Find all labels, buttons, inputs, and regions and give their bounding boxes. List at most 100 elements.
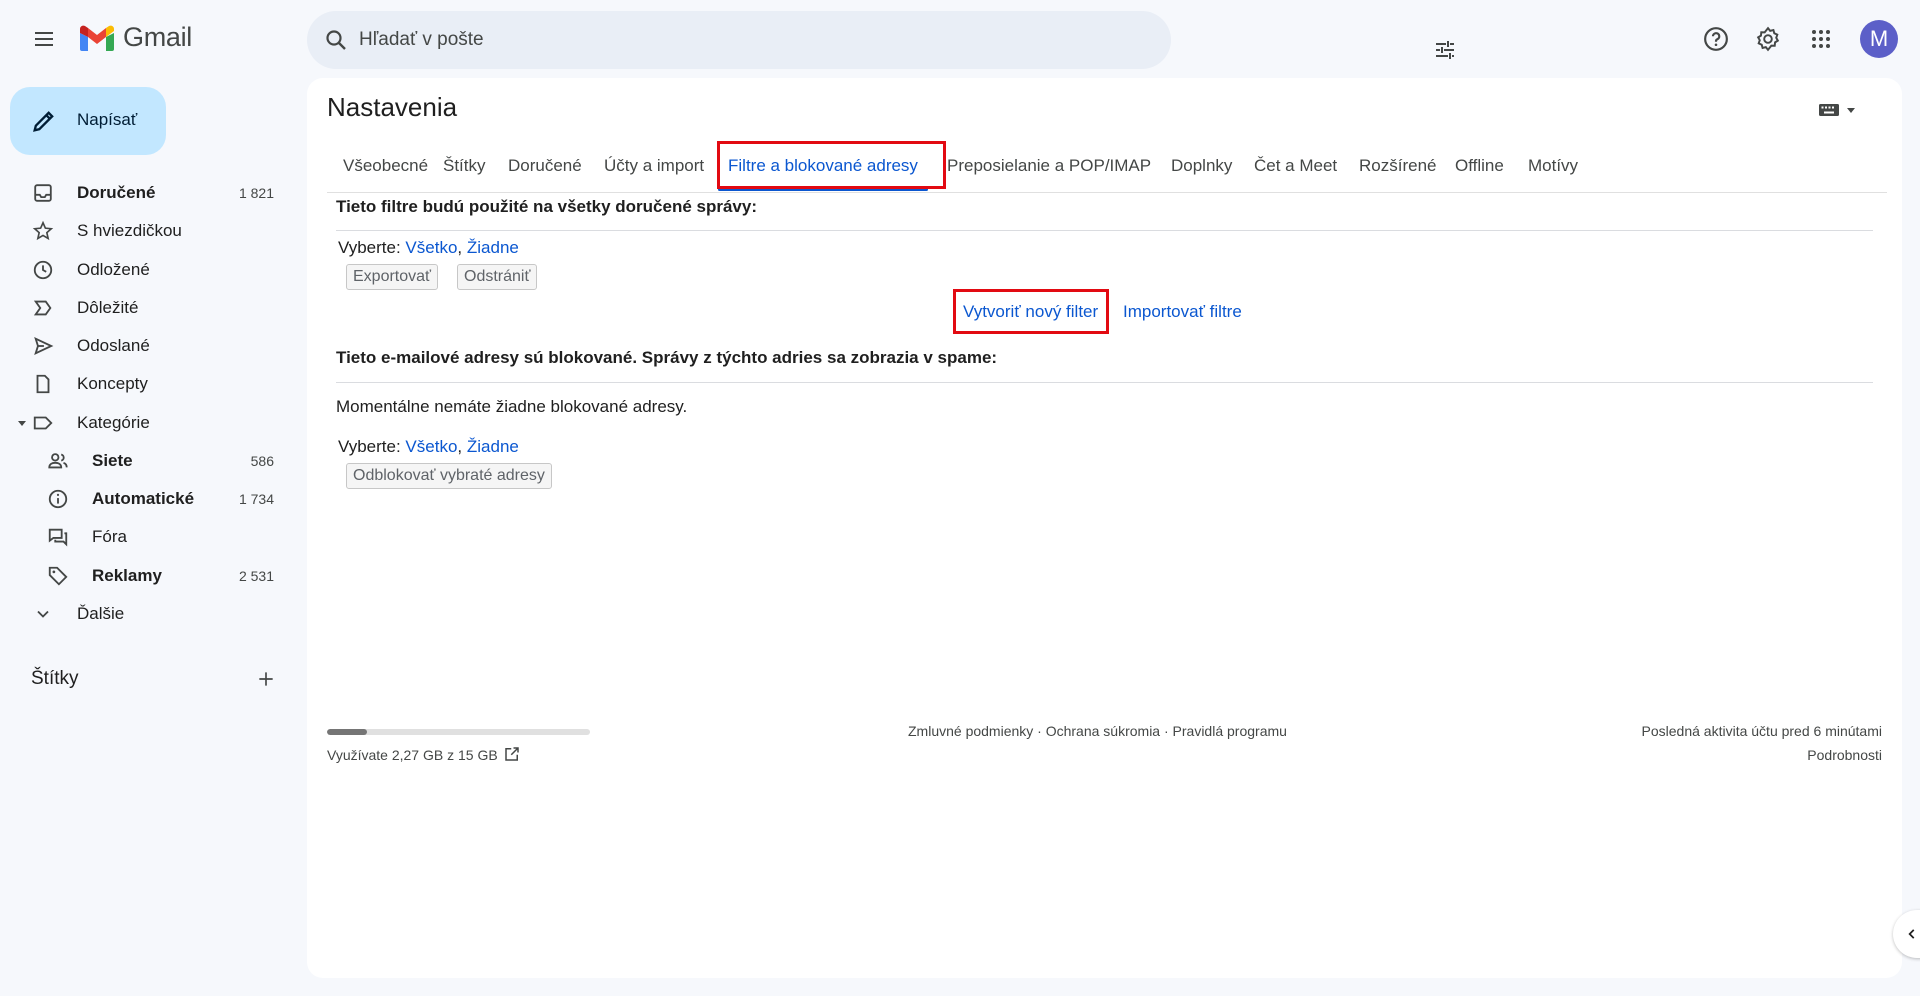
search-icon[interactable] (322, 26, 350, 54)
nav-item-sent[interactable]: Odoslané (0, 329, 290, 363)
send-icon (30, 333, 56, 359)
compose-button[interactable]: Napísať (10, 87, 166, 155)
labels-heading: Štítky (31, 668, 79, 689)
input-tools-button[interactable] (1815, 96, 1859, 124)
inbox-icon (30, 180, 56, 206)
tab-forwarding-pop-imap[interactable]: Preposielanie a POP/IMAP (947, 143, 1151, 193)
filters-select-row: Vyberte: Všetko, Žiadne (338, 238, 519, 258)
nav-label: Koncepty (77, 374, 148, 393)
nav-item-starred[interactable]: S hviezdičkou (0, 214, 290, 248)
activity-details-link[interactable]: Podrobnosti (1807, 747, 1882, 763)
tab-labels[interactable]: Štítky (443, 143, 486, 193)
nav-item-snoozed[interactable]: Odložené (0, 253, 290, 287)
important-icon (30, 295, 56, 321)
gmail-m-icon (80, 25, 114, 51)
gmail-logo-text: Gmail (123, 22, 193, 52)
select-none-link[interactable]: Žiadne (467, 238, 519, 257)
settings-panel: Nastavenia Všeobecné Štítky Doručené Účt… (307, 78, 1902, 978)
nav-item-forums[interactable]: Fóra (0, 520, 290, 554)
nav-count: 1 821 (238, 185, 274, 201)
draft-icon (30, 371, 56, 397)
settings-tabs: Všeobecné Štítky Doručené Účty a import … (327, 143, 1887, 193)
nav-label: Automatické (92, 489, 195, 508)
nav-item-categories[interactable]: Kategórie (0, 406, 290, 440)
nav-item-promotions[interactable]: Reklamy 2 531 (0, 559, 290, 593)
apps-grid-icon[interactable] (1803, 21, 1839, 57)
nav-count: 586 (250, 453, 274, 469)
nav-item-inbox[interactable]: Doručené 1 821 (0, 176, 290, 210)
footer-links[interactable]: Zmluvné podmienky · Ochrana súkromia · P… (908, 723, 1287, 739)
highlight-box-tab (717, 141, 946, 189)
nav-label: Siete (92, 451, 133, 470)
compose-label: Napísať (77, 110, 138, 129)
select-label: Vyberte: (338, 437, 401, 456)
storage-text: Využívate 2,27 GB z 15 GB (327, 747, 498, 763)
divider (336, 230, 1873, 231)
star-icon (30, 218, 56, 244)
settings-gear-icon[interactable] (1750, 21, 1786, 57)
tab-themes[interactable]: Motívy (1528, 143, 1578, 193)
search-options-icon[interactable] (1427, 32, 1463, 68)
open-in-new-icon[interactable] (503, 745, 523, 765)
select-separator: , (457, 238, 463, 257)
nav-label: Ďalšie (77, 604, 125, 623)
select-separator: , (457, 437, 463, 456)
tab-advanced[interactable]: Rozšírené (1359, 143, 1436, 193)
tab-offline[interactable]: Offline (1455, 143, 1504, 193)
clock-icon (30, 257, 56, 283)
nav-item-social[interactable]: Siete 586 (0, 444, 290, 478)
storage-usage-bar (327, 729, 590, 735)
nav-label: Reklamy (92, 566, 162, 585)
hamburger-menu-icon (35, 32, 53, 46)
tab-accounts-import[interactable]: Účty a import (604, 143, 704, 193)
chevron-left-icon (1908, 929, 1915, 939)
gmail-logo[interactable]: Gmail (77, 22, 192, 53)
nav-item-more[interactable]: Ďalšie (0, 597, 290, 631)
select-none-link[interactable]: Žiadne (467, 437, 519, 456)
account-avatar[interactable]: M (1860, 20, 1898, 58)
chevron-down-icon (30, 601, 56, 627)
import-filters-link[interactable]: Importovať filtre (1123, 302, 1242, 322)
nav-label: Dôležité (77, 298, 139, 317)
tab-general[interactable]: Všeobecné (343, 143, 428, 193)
delete-button[interactable]: Odstrániť (457, 264, 538, 290)
tag-icon (45, 563, 71, 589)
select-all-link[interactable]: Všetko (405, 437, 457, 456)
keyboard-icon (1819, 104, 1839, 116)
highlight-box-create-filter (953, 289, 1109, 334)
tab-inbox[interactable]: Doručené (508, 143, 582, 193)
add-label-button[interactable] (252, 665, 280, 693)
select-all-link[interactable]: Všetko (405, 238, 457, 257)
nav-label: S hviezdičkou (77, 221, 182, 240)
blocked-empty-text: Momentálne nemáte žiadne blokované adres… (336, 397, 688, 416)
filters-heading: Tieto filtre budú použité na všetky doru… (336, 197, 757, 216)
export-button[interactable]: Exportovať (346, 264, 439, 290)
nav-count: 2 531 (238, 568, 274, 584)
page-title: Nastavenia (327, 92, 458, 122)
nav-label: Odložené (77, 260, 150, 279)
tab-addons[interactable]: Doplnky (1171, 143, 1232, 193)
nav-item-updates[interactable]: Automatické 1 734 (0, 482, 290, 516)
unblock-selected-button[interactable]: Odblokovať vybraté adresy (346, 463, 552, 489)
nav-label: Odoslané (77, 336, 150, 355)
forum-icon (45, 524, 71, 550)
divider (336, 382, 1873, 383)
nav-item-drafts[interactable]: Koncepty (0, 367, 290, 401)
nav-label: Fóra (92, 527, 127, 546)
search-input[interactable] (359, 23, 1059, 57)
main-menu-button[interactable] (26, 21, 62, 57)
help-icon[interactable] (1698, 21, 1734, 57)
info-icon (45, 486, 71, 512)
nav-count: 1 734 (238, 491, 274, 507)
search-bar (307, 11, 1454, 69)
nav-item-important[interactable]: Dôležité (0, 291, 290, 325)
caret-down-icon (1847, 108, 1855, 113)
pencil-icon (33, 111, 54, 132)
people-icon (45, 448, 71, 474)
tab-chat-meet[interactable]: Čet a Meet (1254, 143, 1337, 193)
nav-label: Doručené (77, 183, 156, 202)
plus-icon (259, 672, 273, 686)
caret-down-icon[interactable] (17, 418, 27, 428)
import-filters-link-text[interactable]: Importovať filtre (1123, 302, 1242, 321)
blocked-select-row: Vyberte: Všetko, Žiadne (338, 437, 519, 457)
